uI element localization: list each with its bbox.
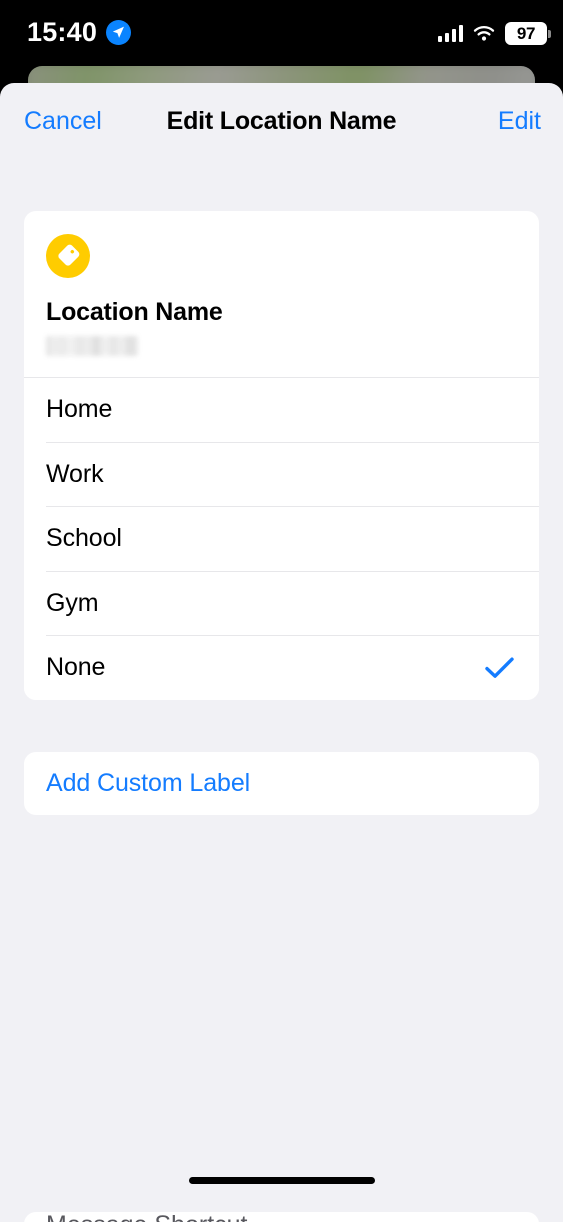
add-custom-label-card: Add Custom Label <box>24 751 539 815</box>
battery-level-text: 97 <box>516 24 536 43</box>
add-custom-label-button[interactable]: Add Custom Label <box>24 752 539 815</box>
page-title: Edit Location Name <box>166 107 397 135</box>
edit-location-name-sheet: Cancel Edit Location Name Edit Location … <box>0 83 563 1222</box>
list-item-work[interactable]: Work <box>24 442 539 506</box>
list-item-label: Home <box>46 395 113 424</box>
status-bar-left: 15:40 <box>27 17 132 47</box>
bottom-partial-row: Message Shortcut <box>0 1212 563 1222</box>
list-item-gym[interactable]: Gym <box>24 571 539 635</box>
cellular-bars-icon <box>437 25 463 42</box>
navigation-bar: Cancel Edit Location Name Edit <box>0 83 563 165</box>
list-item-label: School <box>46 524 122 553</box>
battery-icon: 97 <box>505 22 551 45</box>
home-indicator[interactable] <box>188 1177 375 1184</box>
list-item-none[interactable]: None <box>24 636 539 700</box>
checkmark-icon <box>484 656 515 680</box>
phone-screen: 15:40 97 Cancel Edit Location Name Edit … <box>0 0 563 1222</box>
list-item-home[interactable]: Home <box>24 378 539 442</box>
status-bar-right: 97 <box>437 22 551 45</box>
status-bar-clock: 15:40 <box>27 17 98 47</box>
list-item-label: Work <box>46 459 104 488</box>
list-item-school[interactable]: School <box>24 507 539 571</box>
location-name-header: Location Name <box>24 211 539 377</box>
edit-button[interactable]: Edit <box>498 109 541 134</box>
add-custom-label-text: Add Custom Label <box>46 768 251 797</box>
location-name-card: Location Name Home Work School Gym None <box>24 211 539 700</box>
tag-icon <box>46 234 90 278</box>
status-bar: 15:40 97 <box>0 0 563 66</box>
list-item-label: Gym <box>46 588 99 617</box>
list-item-label: None <box>46 653 106 682</box>
location-name-field-value-redacted[interactable] <box>46 336 138 356</box>
location-name-field-label: Location Name <box>46 298 223 326</box>
wifi-icon <box>472 25 496 43</box>
bottom-partial-text: Message Shortcut <box>46 1213 248 1222</box>
location-arrow-icon <box>106 20 132 45</box>
